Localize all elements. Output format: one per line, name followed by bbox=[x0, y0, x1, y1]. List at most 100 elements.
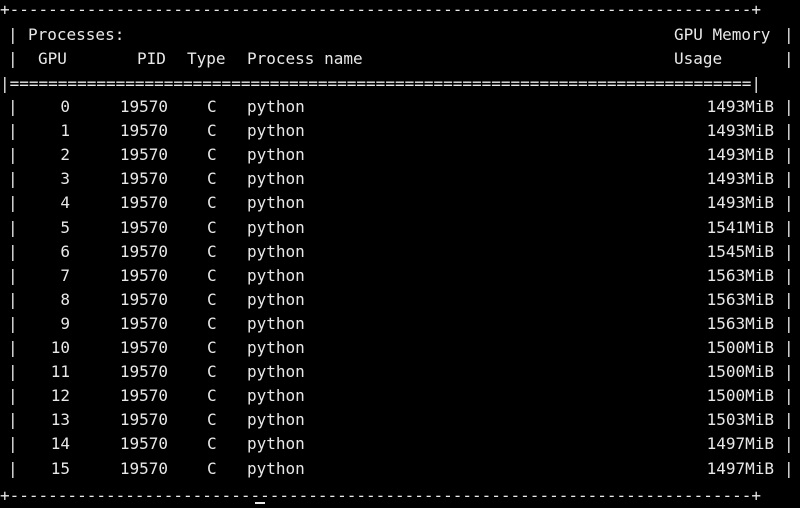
column-header-gpu: GPU bbox=[38, 49, 67, 68]
gpu-memory-usage: 1493MiB bbox=[706, 97, 774, 116]
gpu-index: 8 bbox=[60, 289, 70, 309]
type-value: C bbox=[207, 145, 217, 165]
left-border: | bbox=[8, 362, 18, 382]
gpu-memory-usage: 1493MiB bbox=[706, 145, 774, 165]
gpu-index: 1 bbox=[60, 121, 70, 141]
header-gpu-memory: GPU Memory bbox=[674, 25, 771, 44]
right-border: | bbox=[784, 313, 794, 333]
gpu-index: 6 bbox=[60, 241, 70, 261]
table-row: | 4 19570 Cpython 1493MiB | bbox=[0, 191, 800, 215]
top-border-rule: +---------------------------------------… bbox=[0, 0, 761, 19]
left-border: | bbox=[8, 49, 18, 68]
column-header-line: | GPU PID Type Process name Usage | bbox=[0, 47, 800, 71]
type-value: C bbox=[207, 338, 217, 357]
right-border: | bbox=[784, 25, 794, 44]
pid-value: 19570 bbox=[119, 97, 168, 116]
type-value: C bbox=[207, 97, 217, 116]
process-name: python bbox=[247, 97, 305, 116]
table-row: | 14 19570 Cpython 1497MiB | bbox=[0, 432, 800, 456]
type-value: C bbox=[207, 121, 217, 141]
left-border: | bbox=[8, 241, 18, 261]
left-border: | bbox=[8, 265, 18, 285]
process-name: python bbox=[247, 241, 305, 261]
gpu-memory-usage: 1493MiB bbox=[706, 193, 774, 213]
left-border: | bbox=[8, 338, 18, 357]
type-value: C bbox=[207, 410, 217, 430]
processes-title-line: | Processes: GPU Memory | bbox=[0, 23, 800, 47]
gpu-memory-usage: 1563MiB bbox=[706, 289, 774, 309]
gpu-index: 14 bbox=[50, 434, 70, 454]
right-border: | bbox=[784, 386, 794, 406]
gpu-index: 15 bbox=[50, 458, 70, 478]
gpu-memory-usage: 1500MiB bbox=[706, 386, 774, 406]
process-name: python bbox=[247, 265, 305, 285]
column-header-usage: Usage bbox=[674, 49, 723, 68]
process-name: python bbox=[247, 410, 305, 430]
gpu-memory-usage: 1493MiB bbox=[706, 121, 774, 141]
process-name: python bbox=[247, 289, 305, 309]
gpu-index: 2 bbox=[60, 145, 70, 165]
gpu-memory-usage: 1563MiB bbox=[706, 265, 774, 285]
type-value: C bbox=[207, 289, 217, 309]
type-value: C bbox=[207, 193, 217, 213]
process-name: python bbox=[247, 362, 305, 382]
process-name: python bbox=[247, 434, 305, 454]
left-border: | bbox=[8, 386, 18, 406]
gpu-index: 4 bbox=[60, 193, 70, 213]
column-header-pid: PID bbox=[137, 49, 166, 68]
pid-value: 19570 bbox=[119, 241, 168, 261]
right-border: | bbox=[784, 169, 794, 189]
gpu-index: 13 bbox=[50, 410, 70, 430]
process-name: python bbox=[247, 386, 305, 406]
right-border: | bbox=[784, 458, 794, 478]
table-row: | 8 19570 Cpython 1563MiB | bbox=[0, 288, 800, 312]
table-row: | 11 19570 Cpython 1500MiB | bbox=[0, 360, 800, 384]
left-border: | bbox=[8, 289, 18, 309]
bottom-border-rule: +---------------------------------------… bbox=[0, 486, 761, 505]
gpu-memory-usage: 1500MiB bbox=[706, 362, 774, 382]
type-value: C bbox=[207, 386, 217, 406]
section-title: Processes: bbox=[28, 25, 125, 44]
right-border: | bbox=[784, 145, 794, 165]
gpu-memory-usage: 1503MiB bbox=[706, 410, 774, 430]
right-border: | bbox=[784, 241, 794, 261]
type-value: C bbox=[207, 265, 217, 285]
pid-value: 19570 bbox=[119, 386, 168, 406]
gpu-memory-usage: 1545MiB bbox=[706, 241, 774, 261]
process-name: python bbox=[247, 313, 305, 333]
type-value: C bbox=[207, 241, 217, 261]
pid-value: 19570 bbox=[119, 217, 168, 237]
gpu-index: 0 bbox=[60, 97, 70, 116]
type-value: C bbox=[207, 313, 217, 333]
process-name: python bbox=[247, 145, 305, 165]
table-row: | 9 19570 Cpython 1563MiB | bbox=[0, 312, 800, 336]
table-row: | 7 19570 Cpython 1563MiB | bbox=[0, 264, 800, 288]
type-value: C bbox=[207, 434, 217, 454]
pid-value: 19570 bbox=[119, 193, 168, 213]
pid-value: 19570 bbox=[119, 169, 168, 189]
table-row: | 13 19570 Cpython 1503MiB | bbox=[0, 408, 800, 432]
process-name: python bbox=[247, 193, 305, 213]
left-border: | bbox=[8, 458, 18, 478]
process-name: python bbox=[247, 217, 305, 237]
pid-value: 19570 bbox=[119, 313, 168, 333]
pid-value: 19570 bbox=[119, 121, 168, 141]
type-value: C bbox=[207, 217, 217, 237]
table-row: | 5 19570 Cpython 1541MiB | bbox=[0, 216, 800, 240]
pid-value: 19570 bbox=[119, 338, 168, 357]
table-row: | 15 19570 Cpython 1497MiB | bbox=[0, 457, 800, 481]
left-border: | bbox=[8, 217, 18, 237]
gpu-index: 10 bbox=[50, 338, 70, 357]
gpu-memory-usage: 1563MiB bbox=[706, 313, 774, 333]
pid-value: 19570 bbox=[119, 458, 168, 478]
left-border: | bbox=[8, 25, 18, 44]
gpu-index: 11 bbox=[50, 362, 70, 382]
right-border: | bbox=[784, 49, 794, 68]
left-border: | bbox=[8, 313, 18, 333]
gpu-memory-usage: 1497MiB bbox=[706, 458, 774, 478]
right-border: | bbox=[784, 289, 794, 309]
terminal-window[interactable]: +---------------------------------------… bbox=[0, 0, 800, 506]
process-name: python bbox=[247, 458, 305, 478]
gpu-memory-usage: 1541MiB bbox=[706, 217, 774, 237]
process-name: python bbox=[247, 169, 305, 189]
